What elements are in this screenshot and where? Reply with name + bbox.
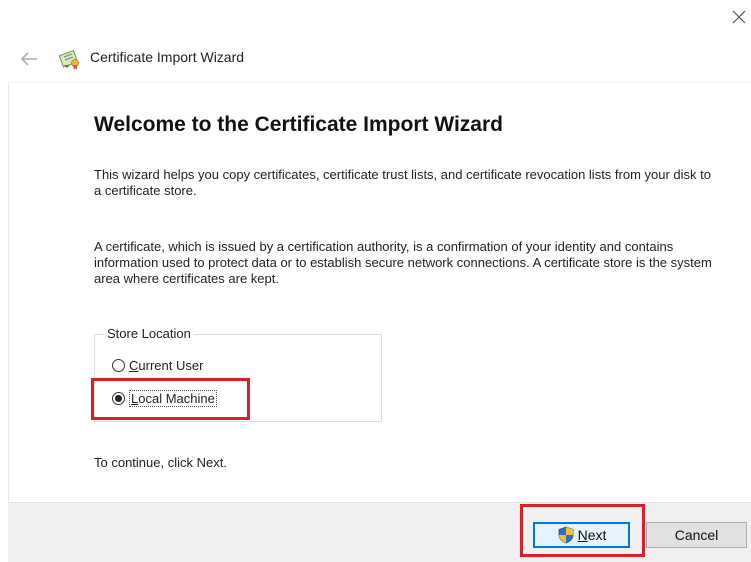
local-machine-highlight bbox=[91, 378, 250, 420]
cancel-label: Cancel bbox=[674, 527, 719, 543]
window-title: Certificate Import Wizard bbox=[90, 49, 245, 65]
close-button[interactable] bbox=[728, 6, 750, 28]
cancel-button[interactable]: Cancel bbox=[646, 522, 747, 548]
next-button-highlight bbox=[520, 504, 645, 557]
back-arrow-icon bbox=[20, 52, 37, 66]
wizard-page bbox=[8, 82, 751, 503]
continue-instructions: To continue, click Next. bbox=[94, 455, 227, 470]
current-user-label: Current User bbox=[129, 357, 204, 373]
close-icon bbox=[732, 10, 746, 24]
page-heading: Welcome to the Certificate Import Wizard bbox=[94, 113, 503, 136]
wizard-titlebar: Certificate Import Wizard bbox=[0, 36, 751, 82]
certificate-import-wizard-window: Certificate Import Wizard Welcome to the… bbox=[0, 0, 751, 562]
certificate-description-paragraph: A certificate, which is issued by a cert… bbox=[94, 239, 712, 286]
current-user-option[interactable]: Current User bbox=[112, 355, 203, 375]
intro-paragraph: This wizard helps you copy certificates,… bbox=[94, 167, 712, 198]
certificate-icon bbox=[58, 47, 82, 71]
current-user-radio[interactable] bbox=[112, 358, 125, 372]
store-location-label: Store Location bbox=[104, 326, 194, 341]
back-button[interactable] bbox=[18, 49, 40, 69]
